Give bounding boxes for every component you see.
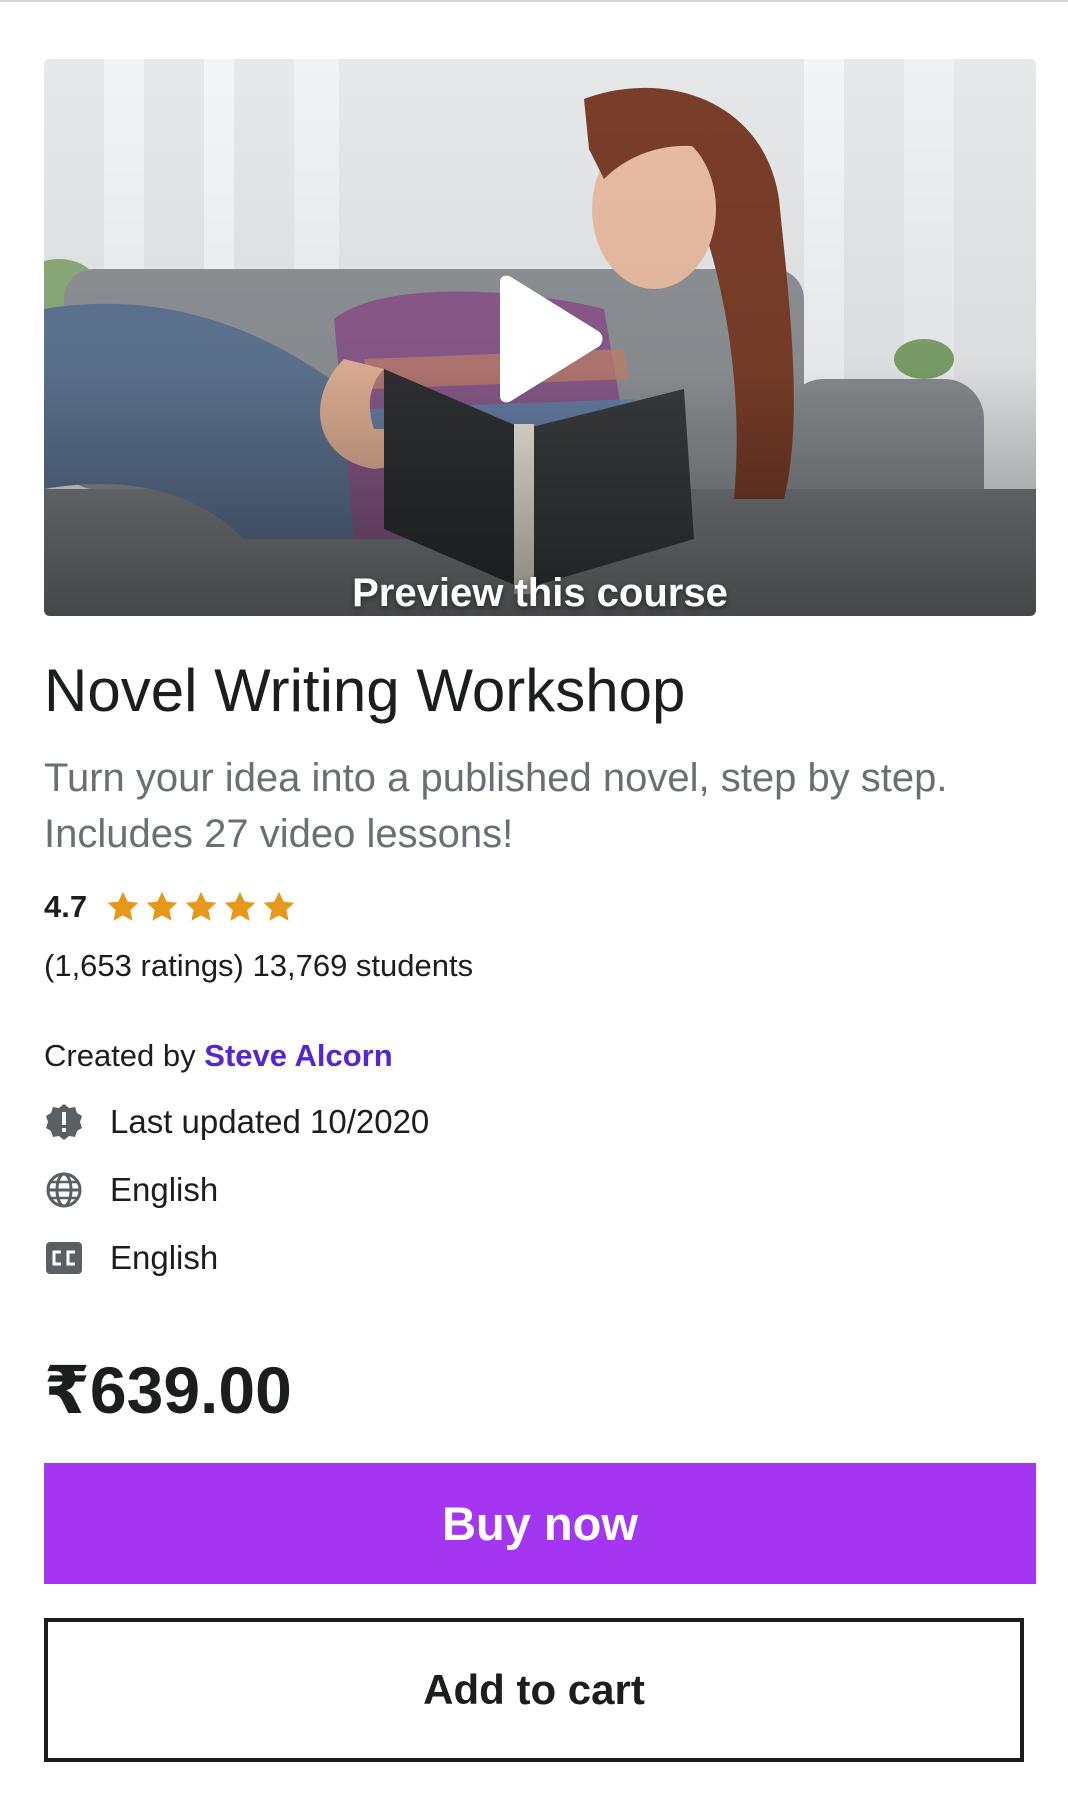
last-updated-text: Last updated 10/2020 [110, 1103, 430, 1140]
language-row: English [44, 1170, 218, 1210]
star-icon [263, 891, 295, 921]
last-updated-row: Last updated 10/2020 [44, 1102, 429, 1142]
preview-label: Preview this course [352, 571, 728, 615]
play-icon[interactable] [486, 274, 606, 404]
captions-text: English [110, 1239, 219, 1276]
star-icon [185, 891, 217, 921]
course-subtitle: Turn your idea into a published novel, s… [44, 756, 948, 856]
buy-now-button[interactable]: Buy now [44, 1463, 1036, 1584]
rating-value: 4.7 [44, 889, 88, 924]
closed-captions-icon [46, 1242, 82, 1274]
course-price: ₹639.00 [44, 1353, 292, 1427]
add-to-cart-button[interactable]: Add to cart [44, 1618, 1024, 1762]
star-icon [146, 891, 178, 921]
creator-line: Created by Steve Alcorn [44, 1036, 393, 1076]
course-stats: (1,653 ratings) 13,769 students [44, 948, 474, 983]
creator-prefix: Created by [44, 1038, 196, 1073]
alert-badge-icon [46, 1104, 82, 1140]
course-preview[interactable]: Preview this course [44, 59, 1036, 616]
rating-row: 4.7 [44, 886, 300, 928]
rating-stars [105, 889, 300, 925]
star-icon [107, 891, 139, 921]
creator-link[interactable]: Steve Alcorn [204, 1038, 392, 1073]
top-divider [0, 0, 1068, 2]
globe-icon [46, 1172, 82, 1208]
course-title: Novel Writing Workshop [44, 657, 686, 724]
star-icon [224, 891, 256, 921]
captions-row: English [44, 1238, 218, 1278]
language-text: English [110, 1171, 219, 1208]
